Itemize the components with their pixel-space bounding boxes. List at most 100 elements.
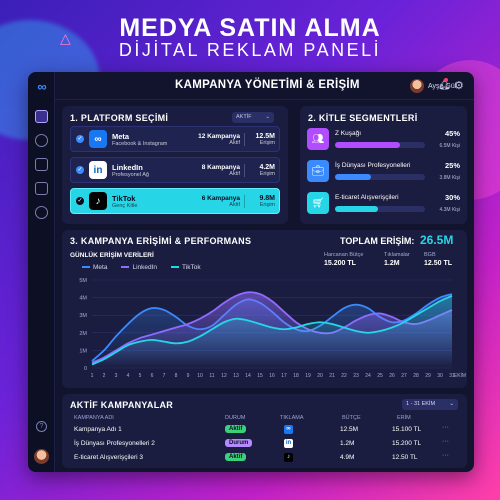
segment-progress-fill bbox=[335, 206, 379, 212]
segment-progress-fill bbox=[335, 174, 371, 180]
platform-reach: 4.2M Erişim bbox=[259, 163, 275, 177]
date-range-dropdown[interactable]: 1 - 31 EKİM ⌄ bbox=[402, 399, 458, 410]
clicks-value: 4.9M bbox=[340, 454, 355, 461]
settings-icon[interactable] bbox=[35, 206, 48, 219]
segment-progress-bar bbox=[335, 142, 425, 148]
date-range-label: 1 - 31 EKİM bbox=[406, 401, 436, 407]
x-tick-label: 22 bbox=[341, 373, 347, 379]
performance-card: 3. KAMPANYA ERİŞİMİ & PERFORMANS TOPLAM … bbox=[62, 230, 467, 388]
segment-item[interactable]: 🛒︎ E-ticaret Alışverişçileri 30% 4.3M Ki… bbox=[307, 192, 460, 216]
more-options-icon[interactable]: ··· bbox=[442, 424, 449, 431]
sidebar: ∞ ? bbox=[28, 72, 55, 472]
segment-name: İş Dünyası Profesyonelleri bbox=[335, 162, 411, 169]
more-options-icon[interactable]: ··· bbox=[442, 438, 449, 445]
tiktok-icon: ♪ bbox=[89, 192, 107, 210]
y-tick-label: 2M bbox=[79, 331, 87, 337]
x-tick-label: 16 bbox=[269, 373, 275, 379]
platform-reach: 9.8M Erişim bbox=[259, 194, 275, 208]
platform-name: TikTok Genç Kitle bbox=[112, 193, 138, 209]
chevron-down-icon: ⌄ bbox=[449, 401, 454, 407]
y-tick-label: 4M bbox=[79, 296, 87, 302]
budget-value: 15.100 TL bbox=[392, 426, 422, 433]
page-title: KAMPANYA YÖNETİMİ & ERİŞİM bbox=[175, 79, 360, 91]
segment-people: 3.8M Kişi bbox=[439, 175, 460, 181]
megaphone-icon[interactable] bbox=[35, 158, 48, 171]
dashboard-icon[interactable] bbox=[35, 110, 48, 123]
x-tick-label: 12 bbox=[221, 373, 227, 379]
meta-logo-icon[interactable]: ∞ bbox=[32, 79, 52, 94]
segment-progress-bar bbox=[335, 206, 425, 212]
x-tick-label: 23 bbox=[353, 373, 359, 379]
campaign-name: Kampanya Adı 1 bbox=[74, 426, 122, 433]
x-tick-label: 17 bbox=[281, 373, 287, 379]
hero-title: MEDYA SATIN ALMA bbox=[119, 14, 381, 42]
y-tick-label: 3M bbox=[79, 313, 87, 319]
chevron-down-icon: ⌄ bbox=[265, 114, 270, 120]
budget-value: 15.200 TL bbox=[392, 440, 422, 447]
more-options-icon[interactable]: ··· bbox=[442, 452, 449, 459]
x-tick-label: 14 bbox=[245, 373, 251, 379]
status-badge: Durum bbox=[225, 439, 253, 447]
help-icon[interactable]: ? bbox=[36, 421, 47, 432]
x-tick-label: 1 bbox=[91, 373, 94, 379]
campaign-name: İş Dünyası Profesyonelleri 2 bbox=[74, 440, 155, 447]
gear-icon[interactable]: ⚙ bbox=[454, 79, 464, 92]
x-tick-label: 3 bbox=[115, 373, 118, 379]
segment-people: 4.3M Kişi bbox=[439, 207, 460, 213]
column-header: DURUM bbox=[225, 415, 246, 421]
column-header: TIKLAMA bbox=[280, 415, 304, 421]
x-tick-label: 2 bbox=[103, 373, 106, 379]
platform-count: 6 Kampanya Aktif bbox=[190, 194, 245, 208]
clicks-value: 1.2M bbox=[340, 440, 355, 447]
segment-item[interactable]: 👥︎ Z Kuşağı 45% 6.5M Kişi bbox=[307, 128, 460, 152]
status-badge: Aktif bbox=[225, 425, 247, 433]
x-tick-label: 9 bbox=[187, 373, 190, 379]
segments-title: 2. KİTLE SEGMENTLERİ bbox=[308, 113, 418, 123]
platform-name: LinkedIn Profesyonel Ağ bbox=[112, 162, 149, 178]
dashboard-window: ∞ ? KAMPANYA YÖNETİMİ & ERİŞİM Ayşe Gül … bbox=[28, 72, 474, 472]
x-tick-label: 19 bbox=[305, 373, 311, 379]
users-icon[interactable] bbox=[35, 134, 48, 147]
tiktok-icon: ♪ bbox=[284, 453, 293, 462]
segment-progress-bar bbox=[335, 174, 425, 180]
check-icon: ✓ bbox=[76, 135, 84, 143]
campaign-name: E-ticaret Alışverişçileri 3 bbox=[74, 454, 143, 461]
y-tick-label: 1M bbox=[79, 348, 87, 354]
x-tick-label: 27 bbox=[401, 373, 407, 379]
segment-percent: 45% bbox=[444, 129, 460, 138]
segment-name: E-ticaret Alışverişçileri bbox=[335, 194, 399, 201]
x-tick-label: 6 bbox=[151, 373, 154, 379]
x-tick-label: 7 bbox=[163, 373, 166, 379]
x-tick-label: 28 bbox=[413, 373, 419, 379]
x-tick-label: 8 bbox=[175, 373, 178, 379]
platform-count: 12 Kampanya Aktif bbox=[190, 132, 245, 146]
x-tick-label: 25 bbox=[377, 373, 383, 379]
clicks-value: 12.5M bbox=[340, 426, 359, 433]
platform-filter-dropdown[interactable]: AKTİF ⌄ bbox=[232, 112, 274, 123]
meta-icon: ∞ bbox=[284, 425, 293, 434]
x-tick-label: 13 bbox=[233, 373, 239, 379]
platform-item-meta[interactable]: ✓ ∞ Meta Facebook & Instagram 12 Kampanya… bbox=[70, 126, 280, 152]
platform-count: 8 Kampanya Aktif bbox=[190, 163, 245, 177]
calendar-icon[interactable] bbox=[35, 182, 48, 195]
column-header: KAMPANYA ADI bbox=[74, 415, 114, 421]
cart-icon: 🛒︎ bbox=[307, 192, 329, 214]
platform-item-tiktok[interactable]: ✓ ♪ TikTok Genç Kitle 6 Kampanya Aktif 9.8… bbox=[70, 188, 280, 214]
x-tick-label: 24 bbox=[365, 373, 371, 379]
avatar[interactable] bbox=[34, 449, 49, 464]
linkedin-icon: in bbox=[89, 161, 107, 179]
column-header: ERİM bbox=[397, 415, 411, 421]
x-tick-label: 26 bbox=[389, 373, 395, 379]
segment-progress-fill bbox=[335, 142, 400, 148]
status-badge: Aktif bbox=[225, 453, 247, 461]
hero-subtitle: DİJİTAL REKLAM PANELİ bbox=[118, 40, 382, 60]
segment-people: 6.5M Kişi bbox=[439, 143, 460, 149]
segment-item[interactable]: 💼︎ İş Dünyası Profesyonelleri 25% 3.8M K… bbox=[307, 160, 460, 184]
topbar: KAMPANYA YÖNETİMİ & ERİŞİM Ayşe Gül bbox=[55, 72, 474, 100]
y-tick-label: 0 bbox=[84, 366, 87, 372]
linkedin-icon: in bbox=[284, 439, 293, 448]
platform-name: Meta Facebook & Instagram bbox=[112, 131, 168, 147]
platform-item-linkedin[interactable]: ✓ in LinkedIn Profesyonel Ağ 8 Kampanya Ak… bbox=[70, 157, 280, 183]
people-icon: 👥︎ bbox=[307, 128, 329, 150]
notification-dot bbox=[444, 78, 448, 82]
